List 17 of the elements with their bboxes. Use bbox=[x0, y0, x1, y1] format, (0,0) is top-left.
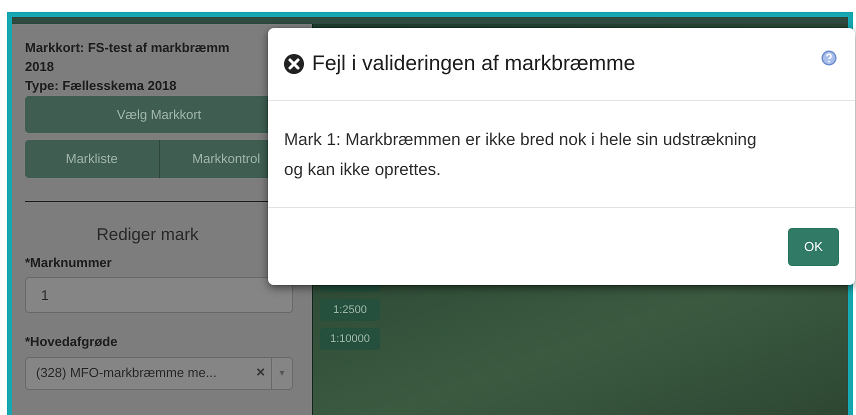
field-label: *Marknummer bbox=[25, 254, 113, 272]
field-label: *Hovedafgrøde bbox=[25, 333, 118, 351]
select-field[interactable]: (328) MFO-markbræmme me... × ▾ bbox=[25, 356, 293, 390]
map-title: Markkort: FS-test af markbræmm 2018 bbox=[25, 39, 230, 76]
clear-icon[interactable]: × bbox=[250, 362, 271, 384]
select-value: (328) MFO-markbræmme me... bbox=[35, 364, 218, 382]
error-icon bbox=[284, 54, 304, 74]
dropdown-caret[interactable]: ▾ bbox=[271, 358, 292, 388]
scale-button[interactable]: 1:10000 bbox=[320, 328, 380, 350]
dialog-title: Fejl i valideringen af markbræmme bbox=[312, 52, 636, 76]
ok-button[interactable]: OK bbox=[788, 228, 839, 266]
type-label: Type: Fællesskema 2018 bbox=[25, 77, 177, 95]
input-field[interactable]: 1 bbox=[25, 277, 293, 313]
scale-button[interactable]: 1:2500 bbox=[320, 299, 380, 321]
section-title: Rediger mark bbox=[95, 224, 200, 246]
nav-button[interactable]: Markliste bbox=[25, 140, 160, 178]
help-icon[interactable] bbox=[821, 50, 837, 66]
